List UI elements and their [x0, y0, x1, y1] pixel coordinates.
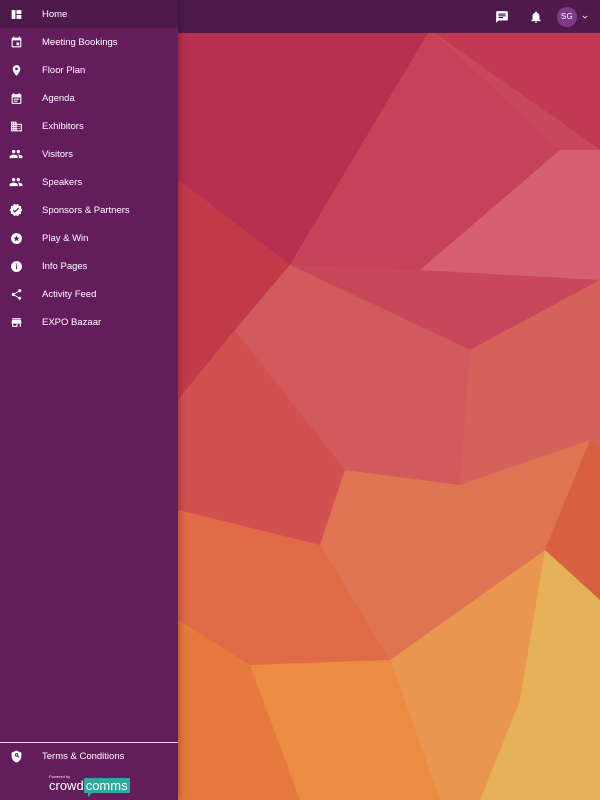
sidebar-item-exhibitors[interactable]: Exhibitors: [0, 112, 178, 140]
people-icon: [9, 147, 23, 161]
sidebar-item-agenda[interactable]: Agenda: [0, 84, 178, 112]
shield-icon: [9, 749, 23, 763]
avatar[interactable]: SG: [557, 6, 577, 27]
store-icon: [9, 315, 23, 329]
sidebar-item-label: Speakers: [42, 176, 83, 188]
chat-icon[interactable]: [485, 0, 519, 33]
bell-icon[interactable]: [519, 0, 553, 33]
sidebar-item-label: EXPO Bazaar: [42, 316, 102, 328]
star-circle-icon: [9, 231, 23, 245]
sidebar-item-activity-feed[interactable]: Activity Feed: [0, 280, 178, 308]
crowdcomms-logo: crowd comms: [49, 778, 130, 797]
sidebar-item-home[interactable]: Home: [0, 0, 178, 28]
sidebar-item-label: Floor Plan: [42, 64, 86, 76]
sidebar-item-visitors[interactable]: Visitors: [0, 140, 178, 168]
user-menu[interactable]: SG: [557, 6, 590, 27]
sidebar-item-label: Home: [42, 8, 68, 20]
sidebar-item-label: Info Pages: [42, 260, 88, 272]
sidebar-item-label: Meeting Bookings: [42, 36, 118, 48]
sidebar-item-label: Exhibitors: [42, 120, 84, 132]
share-icon: [9, 287, 23, 301]
sidebar-item-terms-conditions[interactable]: Terms & Conditions: [0, 742, 178, 770]
sidebar-item-label: Play & Win: [42, 232, 89, 244]
info-icon: [9, 259, 23, 273]
sidebar-item-sponsors-partners[interactable]: Sponsors & Partners: [0, 196, 178, 224]
calendar-icon: [9, 91, 23, 105]
verified-badge-icon: [9, 203, 23, 217]
sidebar-item-floor-plan[interactable]: Floor Plan: [0, 56, 178, 84]
sidebar-item-label: Agenda: [42, 92, 75, 104]
sidebar-item-speakers[interactable]: Speakers: [0, 168, 178, 196]
calendar-event-icon: [9, 35, 23, 49]
sidebar-item-expo-bazaar[interactable]: EXPO Bazaar: [0, 308, 178, 336]
sidebar-item-play-win[interactable]: Play & Win: [0, 224, 178, 252]
sidebar-item-label: Activity Feed: [42, 288, 97, 300]
sidebar-item-label: Visitors: [42, 148, 73, 160]
chevron-down-icon[interactable]: [580, 12, 590, 22]
sidebar-item-meeting-bookings[interactable]: Meeting Bookings: [0, 28, 178, 56]
powered-by-logo: Powered by crowd comms: [48, 774, 138, 797]
map-pin-icon: [9, 63, 23, 77]
sidebar-item-info-pages[interactable]: Info Pages: [0, 252, 178, 280]
people-icon: [9, 175, 23, 189]
brand-part-2: comms: [83, 778, 130, 797]
building-icon: [9, 119, 23, 133]
sidebar-item-label: Terms & Conditions: [42, 750, 125, 762]
top-actions: SG: [485, 0, 590, 33]
sidebar: Home Meeting Bookings Floor Plan Agenda …: [0, 0, 178, 800]
dashboard-icon: [9, 7, 23, 21]
sidebar-item-label: Sponsors & Partners: [42, 204, 130, 216]
brand-part-1: crowd: [49, 778, 84, 793]
